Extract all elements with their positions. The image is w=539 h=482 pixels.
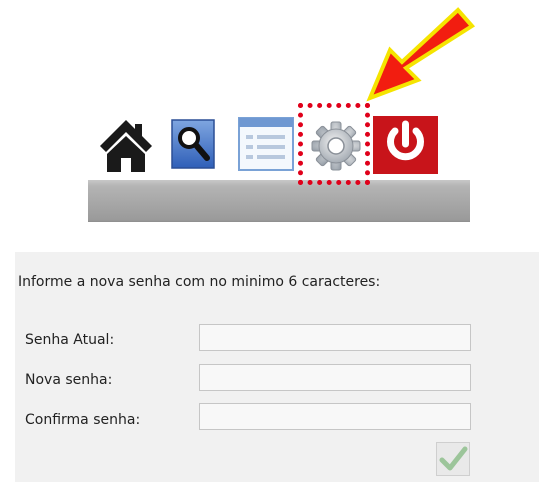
gear-highlight	[298, 103, 370, 185]
current-password-input[interactable]	[199, 324, 471, 351]
search-icon[interactable]	[171, 116, 215, 172]
confirm-password-input[interactable]	[199, 403, 471, 430]
checkmark-icon	[439, 446, 468, 471]
new-password-input[interactable]	[199, 364, 471, 391]
current-password-label: Senha Atual:	[25, 332, 115, 348]
password-change-panel: Informe a nova senha com no minimo 6 car…	[15, 252, 539, 482]
annotation-arrow	[366, 7, 476, 102]
home-icon[interactable]	[98, 116, 154, 174]
confirm-button[interactable]	[436, 442, 470, 476]
form-instructions: Informe a nova senha com no minimo 6 car…	[18, 274, 381, 290]
confirm-password-label: Confirma senha:	[25, 412, 141, 428]
new-password-label: Nova senha:	[25, 372, 113, 388]
power-icon[interactable]	[373, 116, 438, 174]
toolbar-bar	[88, 180, 470, 222]
toolbar	[96, 116, 442, 174]
list-icon[interactable]	[238, 116, 294, 172]
